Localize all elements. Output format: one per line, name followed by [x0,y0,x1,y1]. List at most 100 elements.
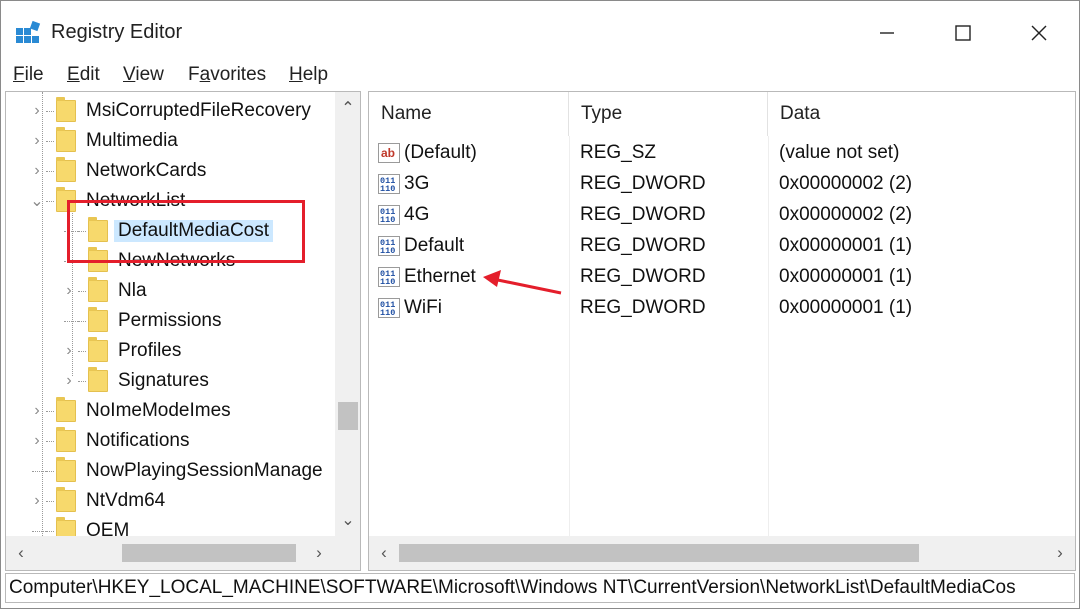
tree-connector-dash [46,500,54,502]
tree-item-profiles[interactable]: › Profiles [60,336,181,366]
tree-connector [60,306,78,336]
registry-editor-window: Registry Editor File Edit View Favorites… [0,0,1080,609]
maximize-button[interactable] [935,13,991,53]
tree-item-multimedia[interactable]: › Multimedia [28,126,178,156]
tree-connector-dash [78,380,86,382]
menu-edit[interactable]: Edit [67,64,100,86]
string-value-icon: ab [378,142,400,163]
minimize-button[interactable] [859,13,915,53]
expand-chevron-icon[interactable]: › [60,276,78,306]
menu-bar: File Edit View Favorites Help [1,61,1079,91]
scroll-left-icon[interactable]: ‹ [8,536,34,570]
expand-chevron-icon[interactable]: › [28,96,46,126]
tree-connector-dash [46,110,54,112]
tree-item-signatures[interactable]: › Signatures [60,366,209,396]
column-header-data[interactable]: Data [768,92,1075,136]
svg-text:110: 110 [380,277,395,287]
menu-file[interactable]: File [13,64,44,86]
tree-connector-dash [46,140,54,142]
window-title: Registry Editor [51,21,183,43]
close-icon [1031,25,1047,41]
values-hscroll-thumb[interactable] [399,544,919,562]
tree-item-ntvdm64[interactable]: › NtVdm64 [28,486,165,516]
value-name: 3G [404,172,430,194]
expand-chevron-icon[interactable]: › [28,396,46,426]
tree-item-notifications[interactable]: › Notifications [28,426,190,456]
expand-chevron-icon[interactable]: › [60,366,78,396]
svg-text:ab: ab [381,146,395,160]
value-row-ethernet[interactable]: 011 110 Ethernet REG_DWORD 0x00000001 (1) [369,261,1069,292]
tree-item-nowplayingsessionmanage[interactable]: NowPlayingSessionManage [28,456,323,486]
binary-value-icon: 011 110 [378,235,400,256]
tree-item-label: NoImeModeImes [86,400,231,421]
value-name-cell: 011 110 3G [378,168,429,199]
tree-connector-dash [78,290,86,292]
menu-favorites[interactable]: Favorites [188,64,266,86]
value-name-cell: 011 110 WiFi [378,292,442,323]
value-row-default[interactable]: 011 110 Default REG_DWORD 0x00000001 (1) [369,230,1069,261]
title-bar[interactable]: Registry Editor [1,1,1079,61]
expand-chevron-icon[interactable]: › [28,486,46,516]
svg-text:110: 110 [380,308,395,318]
tree-item-nla[interactable]: › Nla [60,276,147,306]
collapse-chevron-icon[interactable]: ⌄ [28,186,46,216]
tree-hscroll-thumb[interactable] [122,544,296,562]
value-name: (Default) [404,141,477,163]
value-name: WiFi [404,296,442,318]
value-row-4g[interactable]: 011 110 4G REG_DWORD 0x00000002 (2) [369,199,1069,230]
folder-icon [56,157,76,182]
tree-item-label: Signatures [118,370,209,391]
value-data-cell: 0x00000001 (1) [779,265,913,287]
tree-item-msicorruptedfilerecovery[interactable]: › MsiCorruptedFileRecovery [28,96,311,126]
minimize-icon [880,32,894,34]
value-data-cell: 0x00000001 (1) [779,296,913,318]
tree-vertical-scrollbar[interactable]: ⌃ ⌄ [335,92,360,536]
value-type-cell: REG_DWORD [580,234,706,256]
tree-item-networkcards[interactable]: › NetworkCards [28,156,206,186]
value-type-cell: REG_DWORD [580,203,706,225]
red-arrow-annotation [483,270,562,295]
binary-value-icon: 011 110 [378,266,400,287]
value-row-wifi[interactable]: 011 110 WiFi REG_DWORD 0x00000001 (1) [369,292,1069,323]
column-header-name[interactable]: Name [369,92,569,136]
tree-item-label: MsiCorruptedFileRecovery [86,100,311,121]
value-data-cell: (value not set) [779,141,900,163]
tree-item-label: Profiles [118,340,182,361]
tree-item-label: Notifications [86,430,190,451]
scroll-down-icon[interactable]: ⌄ [335,508,360,532]
column-header-type[interactable]: Type [569,92,768,136]
value-data-cell: 0x00000001 (1) [779,234,913,256]
tree-item-permissions[interactable]: Permissions [60,306,221,336]
key-tree-pane[interactable]: › MsiCorruptedFileRecovery › Multimedia › Net… [5,91,361,571]
tree-connector-dash [78,320,86,322]
values-horizontal-scrollbar[interactable]: ‹ › [369,536,1075,570]
menu-view[interactable]: View [123,64,164,86]
value-name-cell: ab (Default) [378,137,477,168]
value-row-3g[interactable]: 011 110 3G REG_DWORD 0x00000002 (2) [369,168,1069,199]
highlight-box-annotation [67,200,305,263]
tree-item-noimemodeimes[interactable]: › NoImeModeImes [28,396,231,426]
scroll-right-icon[interactable]: › [306,536,332,570]
folder-icon [88,307,108,332]
scroll-right-icon[interactable]: › [1047,536,1073,570]
scroll-left-icon[interactable]: ‹ [371,536,397,570]
value-type-cell: REG_SZ [580,141,657,163]
value-row-default[interactable]: ab (Default) REG_SZ (value not set) [369,137,1069,168]
folder-icon [56,487,76,512]
tree-scroll-thumb[interactable] [338,402,358,430]
expand-chevron-icon[interactable]: › [28,426,46,456]
status-bar-path: Computer\HKEY_LOCAL_MACHINE\SOFTWARE\Mic… [5,573,1075,603]
menu-help[interactable]: Help [289,64,328,86]
expand-chevron-icon[interactable]: › [28,156,46,186]
expand-chevron-icon[interactable]: › [28,126,46,156]
expand-chevron-icon[interactable]: › [60,336,78,366]
folder-icon [56,127,76,152]
tree-connector-dash [78,350,86,352]
tree-connector [28,456,46,486]
scroll-up-icon[interactable]: ⌃ [335,96,360,120]
values-list-pane[interactable]: Name Type Data ab (Default) REG_SZ (value n… [368,91,1076,571]
tree-item-label: Permissions [118,310,222,331]
tree-horizontal-scrollbar[interactable]: ‹ › [6,536,360,570]
folder-icon [56,397,76,422]
close-button[interactable] [1011,13,1067,53]
